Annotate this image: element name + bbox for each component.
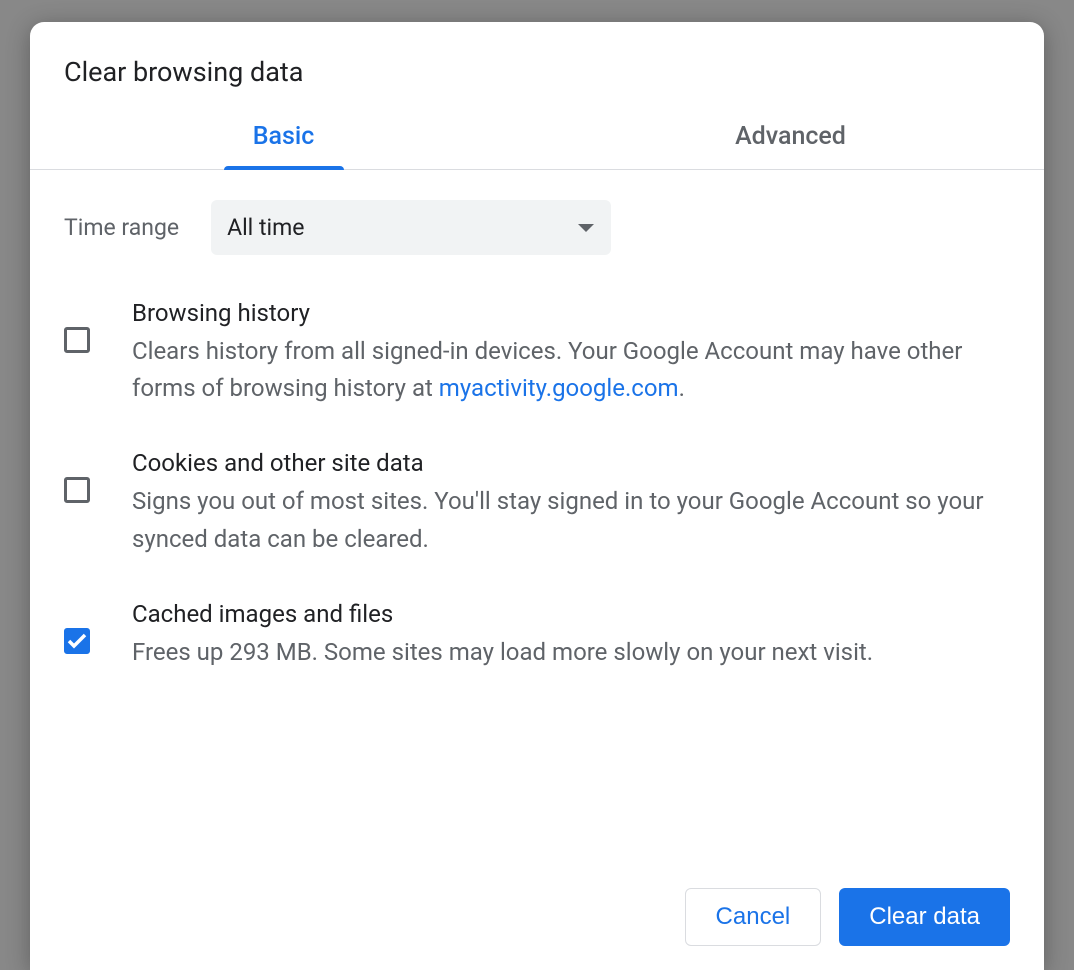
option-cookies: Cookies and other site data Signs you ou… (64, 449, 1010, 557)
tab-advanced[interactable]: Advanced (537, 116, 1044, 169)
dialog-content: Time range All time Browsing history Cle… (30, 170, 1044, 888)
option-text: Browsing history Clears history from all… (132, 299, 1010, 407)
tab-basic[interactable]: Basic (30, 116, 537, 169)
cancel-button[interactable]: Cancel (685, 888, 822, 946)
option-browsing-history: Browsing history Clears history from all… (64, 299, 1010, 407)
option-description: Clears history from all signed-in device… (132, 333, 1010, 407)
option-text: Cookies and other site data Signs you ou… (132, 449, 1010, 557)
checkmark-icon (67, 633, 87, 649)
option-title: Cookies and other site data (132, 449, 1010, 477)
clear-browsing-data-dialog: Clear browsing data Basic Advanced Time … (30, 22, 1044, 970)
option-description: Signs you out of most sites. You'll stay… (132, 483, 1010, 557)
cached-checkbox[interactable] (64, 628, 90, 654)
myactivity-link[interactable]: myactivity.google.com (439, 374, 679, 402)
time-range-label: Time range (64, 214, 179, 241)
option-cached: Cached images and files Frees up 293 MB.… (64, 600, 1010, 671)
desc-text: Frees up 293 MB. Some sites may load mor… (132, 638, 873, 666)
dialog-footer: Cancel Clear data (30, 888, 1044, 970)
desc-text-after: . (679, 374, 685, 402)
time-range-row: Time range All time (64, 200, 1010, 255)
option-title: Browsing history (132, 299, 1010, 327)
cookies-checkbox[interactable] (64, 477, 90, 503)
caret-down-icon (577, 223, 595, 233)
option-text: Cached images and files Frees up 293 MB.… (132, 600, 1010, 671)
option-description: Frees up 293 MB. Some sites may load mor… (132, 634, 1010, 671)
time-range-value: All time (227, 214, 304, 241)
dialog-title: Clear browsing data (30, 22, 1044, 116)
desc-text: Signs you out of most sites. You'll stay… (132, 487, 984, 552)
option-title: Cached images and files (132, 600, 1010, 628)
time-range-dropdown[interactable]: All time (211, 200, 611, 255)
browsing-history-checkbox[interactable] (64, 327, 90, 353)
tab-bar: Basic Advanced (30, 116, 1044, 170)
clear-data-button[interactable]: Clear data (839, 888, 1010, 946)
